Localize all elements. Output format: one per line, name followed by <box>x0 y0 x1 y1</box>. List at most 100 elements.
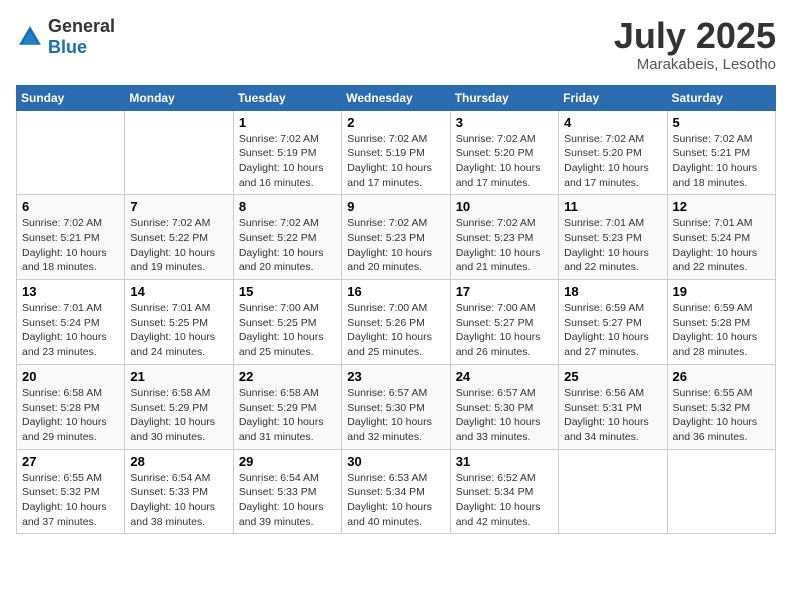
day-number: 6 <box>22 199 119 214</box>
day-number: 9 <box>347 199 444 214</box>
day-detail: Sunrise: 7:01 AM Sunset: 5:23 PM Dayligh… <box>564 216 661 275</box>
day-detail: Sunrise: 6:56 AM Sunset: 5:31 PM Dayligh… <box>564 386 661 445</box>
day-number: 20 <box>22 369 119 384</box>
calendar-cell: 25Sunrise: 6:56 AM Sunset: 5:31 PM Dayli… <box>559 364 667 449</box>
calendar-cell: 21 Sunrise: 6:58 AM Sunset: 5:29 PM Dayli… <box>125 364 233 449</box>
day-number: 16 <box>347 284 444 299</box>
calendar-cell: 20 Sunrise: 6:58 AM Sunset: 5:28 PM Dayli… <box>17 364 125 449</box>
day-number: 4 <box>564 115 661 130</box>
day-detail: Sunrise: 7:02 AM Sunset: 5:22 PM Dayligh… <box>239 216 336 275</box>
day-detail: Sunrise: 7:02 AM Sunset: 5:20 PM Dayligh… <box>564 132 661 191</box>
day-detail: Sunrise: 6:58 AM Sunset: 5:29 PM Dayligh… <box>130 386 227 445</box>
header-thursday: Thursday <box>450 85 558 110</box>
day-detail: Sunrise: 7:00 AM Sunset: 5:27 PM Dayligh… <box>456 301 553 360</box>
calendar-week-row: 6 Sunrise: 7:02 AM Sunset: 5:21 PM Daylig… <box>17 195 776 280</box>
header-wednesday: Wednesday <box>342 85 450 110</box>
day-number: 7 <box>130 199 227 214</box>
header-tuesday: Tuesday <box>233 85 341 110</box>
header: General Blue July 2025 Marakabeis, Lesot… <box>16 16 776 73</box>
calendar-cell: 1Sunrise: 7:02 AM Sunset: 5:19 PM Daylig… <box>233 110 341 195</box>
calendar-cell: 5 Sunrise: 7:02 AM Sunset: 5:21 PM Daylig… <box>667 110 775 195</box>
day-detail: Sunrise: 7:02 AM Sunset: 5:22 PM Dayligh… <box>130 216 227 275</box>
day-number: 2 <box>347 115 444 130</box>
calendar-cell: 15 Sunrise: 7:00 AM Sunset: 5:25 PM Dayli… <box>233 280 341 365</box>
header-monday: Monday <box>125 85 233 110</box>
day-detail: Sunrise: 7:00 AM Sunset: 5:26 PM Dayligh… <box>347 301 444 360</box>
day-detail: Sunrise: 6:54 AM Sunset: 5:33 PM Dayligh… <box>239 471 336 530</box>
title-location: Marakabeis, Lesotho <box>614 56 776 73</box>
day-detail: Sunrise: 7:01 AM Sunset: 5:24 PM Dayligh… <box>22 301 119 360</box>
day-detail: Sunrise: 6:57 AM Sunset: 5:30 PM Dayligh… <box>456 386 553 445</box>
calendar-cell: 4 Sunrise: 7:02 AM Sunset: 5:20 PM Daylig… <box>559 110 667 195</box>
calendar-cell <box>17 110 125 195</box>
day-number: 27 <box>22 454 119 469</box>
title-month: July 2025 <box>614 16 776 56</box>
day-detail: Sunrise: 7:02 AM Sunset: 5:19 PM Dayligh… <box>239 132 336 191</box>
day-number: 8 <box>239 199 336 214</box>
calendar-cell: 16 Sunrise: 7:00 AM Sunset: 5:26 PM Dayli… <box>342 280 450 365</box>
day-detail: Sunrise: 7:01 AM Sunset: 5:24 PM Dayligh… <box>673 216 770 275</box>
day-detail: Sunrise: 6:52 AM Sunset: 5:34 PM Dayligh… <box>456 471 553 530</box>
calendar-cell: 19Sunrise: 6:59 AM Sunset: 5:28 PM Dayli… <box>667 280 775 365</box>
day-detail: Sunrise: 6:58 AM Sunset: 5:29 PM Dayligh… <box>239 386 336 445</box>
logo-blue-text: Blue <box>48 37 87 57</box>
calendar-cell: 28 Sunrise: 6:54 AM Sunset: 5:33 PM Dayli… <box>125 449 233 534</box>
day-number: 18 <box>564 284 661 299</box>
calendar-table: SundayMondayTuesdayWednesdayThursdayFrid… <box>16 85 776 535</box>
calendar-cell: 14 Sunrise: 7:01 AM Sunset: 5:25 PM Dayli… <box>125 280 233 365</box>
day-detail: Sunrise: 6:55 AM Sunset: 5:32 PM Dayligh… <box>22 471 119 530</box>
calendar-header-row: SundayMondayTuesdayWednesdayThursdayFrid… <box>17 85 776 110</box>
day-detail: Sunrise: 7:02 AM Sunset: 5:21 PM Dayligh… <box>22 216 119 275</box>
calendar-cell: 2Sunrise: 7:02 AM Sunset: 5:19 PM Daylig… <box>342 110 450 195</box>
calendar-body: 1Sunrise: 7:02 AM Sunset: 5:19 PM Daylig… <box>17 110 776 534</box>
day-number: 15 <box>239 284 336 299</box>
day-number: 17 <box>456 284 553 299</box>
calendar-week-row: 27 Sunrise: 6:55 AM Sunset: 5:32 PM Dayli… <box>17 449 776 534</box>
day-detail: Sunrise: 6:59 AM Sunset: 5:28 PM Dayligh… <box>673 301 770 360</box>
day-detail: Sunrise: 6:55 AM Sunset: 5:32 PM Dayligh… <box>673 386 770 445</box>
day-number: 21 <box>130 369 227 384</box>
calendar-cell: 26Sunrise: 6:55 AM Sunset: 5:32 PM Dayli… <box>667 364 775 449</box>
day-detail: Sunrise: 6:53 AM Sunset: 5:34 PM Dayligh… <box>347 471 444 530</box>
calendar-cell: 22 Sunrise: 6:58 AM Sunset: 5:29 PM Dayli… <box>233 364 341 449</box>
day-number: 22 <box>239 369 336 384</box>
day-number: 28 <box>130 454 227 469</box>
calendar-cell: 7 Sunrise: 7:02 AM Sunset: 5:22 PM Daylig… <box>125 195 233 280</box>
day-detail: Sunrise: 6:58 AM Sunset: 5:28 PM Dayligh… <box>22 386 119 445</box>
day-detail: Sunrise: 7:01 AM Sunset: 5:25 PM Dayligh… <box>130 301 227 360</box>
day-number: 5 <box>673 115 770 130</box>
logo: General Blue <box>16 16 115 58</box>
calendar-cell: 31 Sunrise: 6:52 AM Sunset: 5:34 PM Dayli… <box>450 449 558 534</box>
day-number: 14 <box>130 284 227 299</box>
header-saturday: Saturday <box>667 85 775 110</box>
calendar-cell <box>559 449 667 534</box>
day-detail: Sunrise: 7:02 AM Sunset: 5:21 PM Dayligh… <box>673 132 770 191</box>
calendar-cell: 9 Sunrise: 7:02 AM Sunset: 5:23 PM Daylig… <box>342 195 450 280</box>
day-detail: Sunrise: 7:02 AM Sunset: 5:23 PM Dayligh… <box>347 216 444 275</box>
calendar-cell: 29 Sunrise: 6:54 AM Sunset: 5:33 PM Dayli… <box>233 449 341 534</box>
calendar-cell <box>667 449 775 534</box>
calendar-cell: 17 Sunrise: 7:00 AM Sunset: 5:27 PM Dayli… <box>450 280 558 365</box>
calendar-cell: 11Sunrise: 7:01 AM Sunset: 5:23 PM Dayli… <box>559 195 667 280</box>
day-number: 29 <box>239 454 336 469</box>
day-number: 30 <box>347 454 444 469</box>
day-number: 31 <box>456 454 553 469</box>
day-detail: Sunrise: 7:02 AM Sunset: 5:20 PM Dayligh… <box>456 132 553 191</box>
day-number: 13 <box>22 284 119 299</box>
day-detail: Sunrise: 6:57 AM Sunset: 5:30 PM Dayligh… <box>347 386 444 445</box>
calendar-week-row: 1Sunrise: 7:02 AM Sunset: 5:19 PM Daylig… <box>17 110 776 195</box>
calendar-cell: 12Sunrise: 7:01 AM Sunset: 5:24 PM Dayli… <box>667 195 775 280</box>
title-area: July 2025 Marakabeis, Lesotho <box>614 16 776 73</box>
logo-general-text: General <box>48 16 115 36</box>
calendar-cell: 10Sunrise: 7:02 AM Sunset: 5:23 PM Dayli… <box>450 195 558 280</box>
day-detail: Sunrise: 6:54 AM Sunset: 5:33 PM Dayligh… <box>130 471 227 530</box>
calendar-cell: 13 Sunrise: 7:01 AM Sunset: 5:24 PM Dayli… <box>17 280 125 365</box>
day-detail: Sunrise: 7:00 AM Sunset: 5:25 PM Dayligh… <box>239 301 336 360</box>
day-detail: Sunrise: 6:59 AM Sunset: 5:27 PM Dayligh… <box>564 301 661 360</box>
day-number: 3 <box>456 115 553 130</box>
logo-icon <box>16 23 44 51</box>
calendar-cell: 27 Sunrise: 6:55 AM Sunset: 5:32 PM Dayli… <box>17 449 125 534</box>
calendar-cell: 3 Sunrise: 7:02 AM Sunset: 5:20 PM Daylig… <box>450 110 558 195</box>
calendar-cell: 30 Sunrise: 6:53 AM Sunset: 5:34 PM Dayli… <box>342 449 450 534</box>
calendar-cell: 23Sunrise: 6:57 AM Sunset: 5:30 PM Dayli… <box>342 364 450 449</box>
